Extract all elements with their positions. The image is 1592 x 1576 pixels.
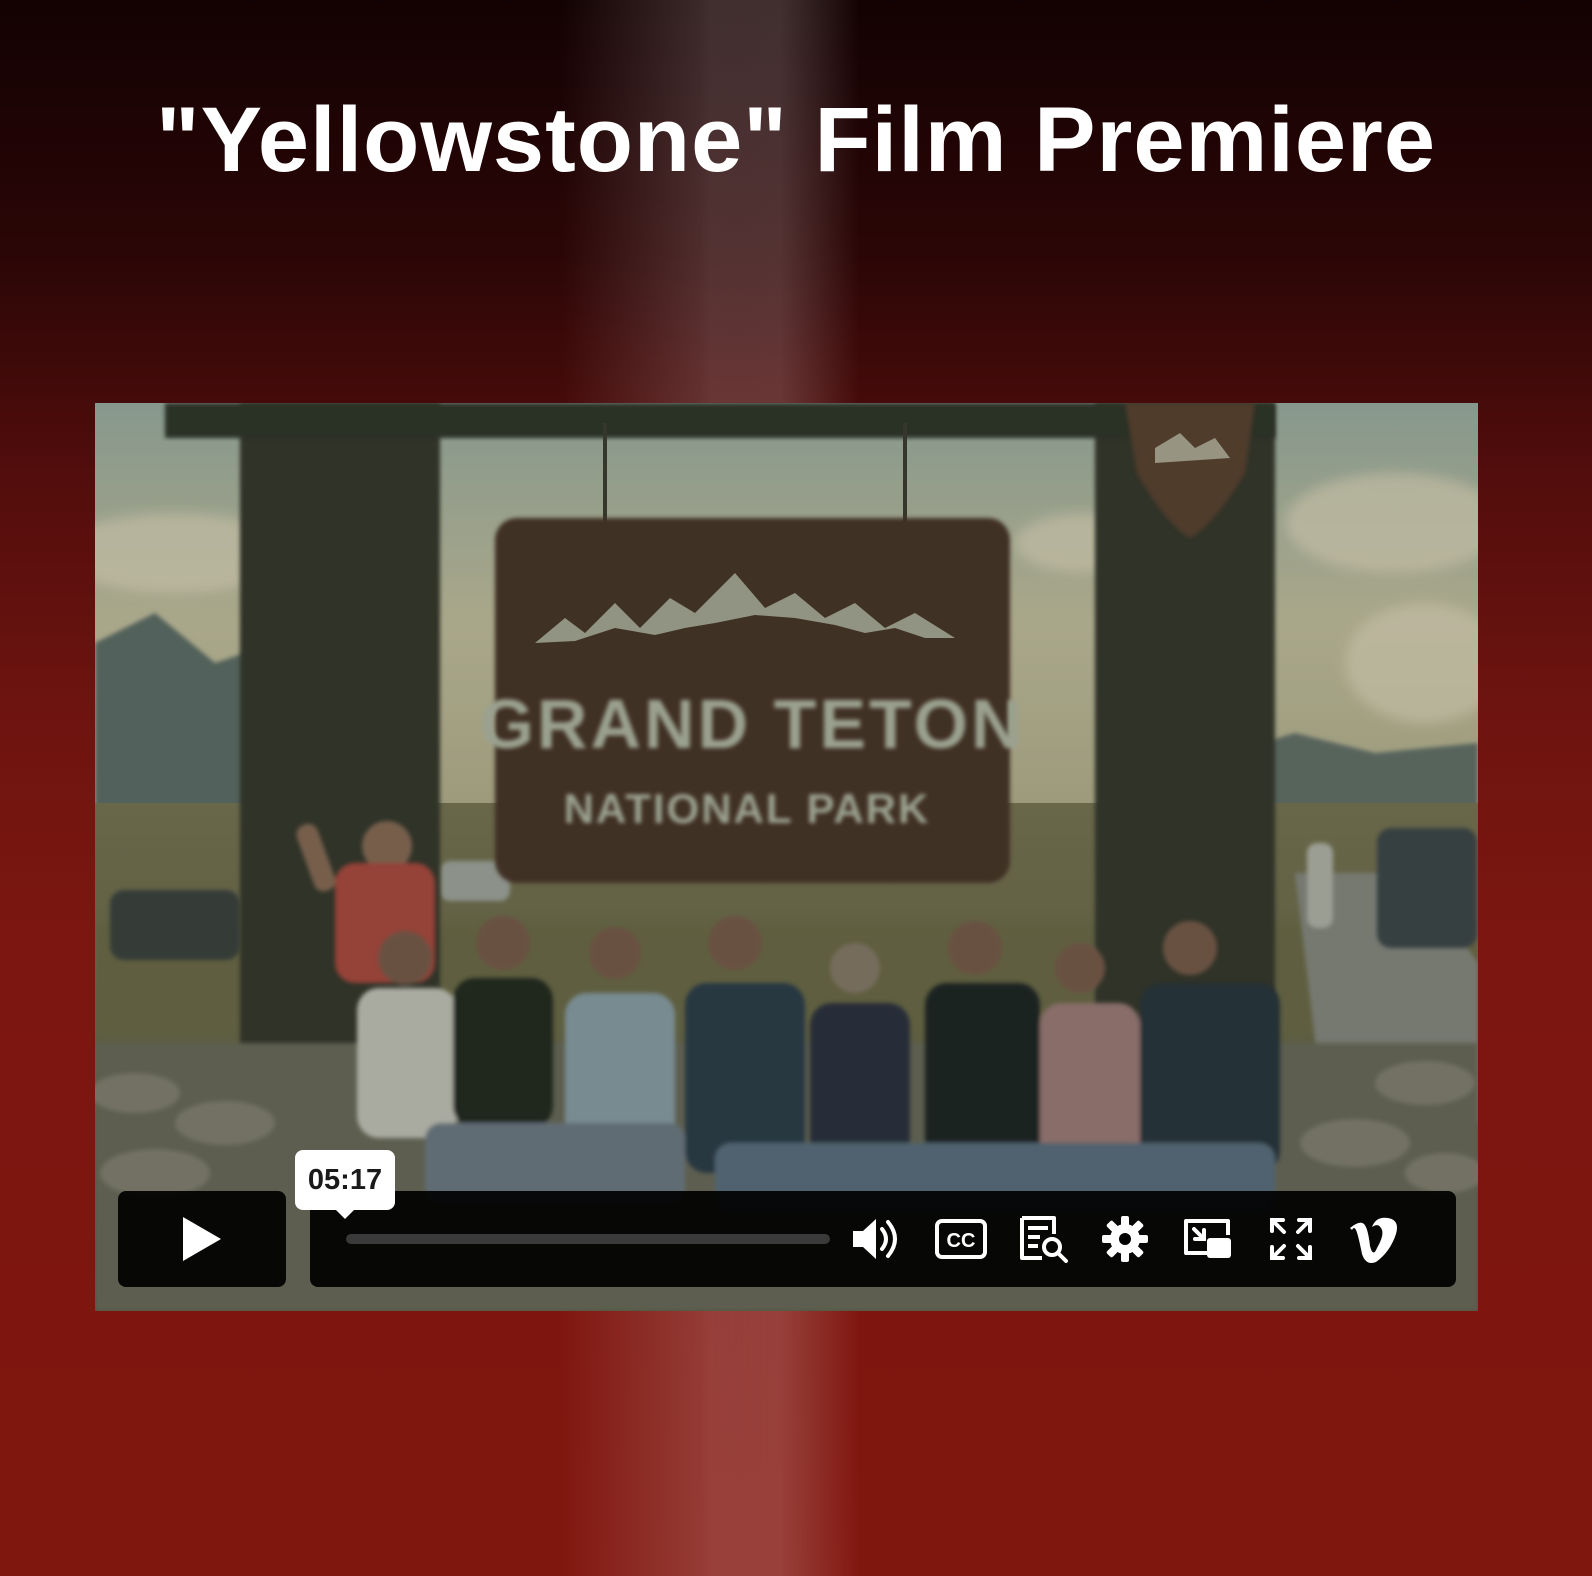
closed-captions-icon: CC [935, 1219, 987, 1259]
captions-label: CC [947, 1230, 976, 1252]
volume-icon [853, 1219, 897, 1259]
transcript-button[interactable] [1015, 1214, 1071, 1264]
captions-button[interactable]: CC [933, 1214, 989, 1264]
picture-in-picture-icon [1184, 1219, 1231, 1258]
play-button[interactable] [118, 1191, 286, 1287]
video-player[interactable]: GRAND TETON NATIONAL PARK CC 05:17 [95, 403, 1478, 1311]
vimeo-logo [1350, 1217, 1397, 1263]
volume-button[interactable] [848, 1214, 904, 1264]
fullscreen-icon [1270, 1218, 1312, 1260]
timecode-tooltip: 05:17 [295, 1150, 395, 1219]
page-title: "Yellowstone" Film Premiere [155, 89, 1436, 191]
transcript-search-icon [1020, 1216, 1068, 1263]
picture-in-picture-button[interactable] [1180, 1214, 1236, 1264]
play-icon [183, 1217, 221, 1261]
control-bar: CC [310, 1191, 1456, 1287]
vimeo-link[interactable] [1343, 1214, 1409, 1264]
settings-gear-icon [1102, 1216, 1148, 1262]
settings-button[interactable] [1097, 1214, 1153, 1264]
fullscreen-button[interactable] [1263, 1214, 1319, 1264]
progress-bar[interactable] [346, 1234, 830, 1244]
